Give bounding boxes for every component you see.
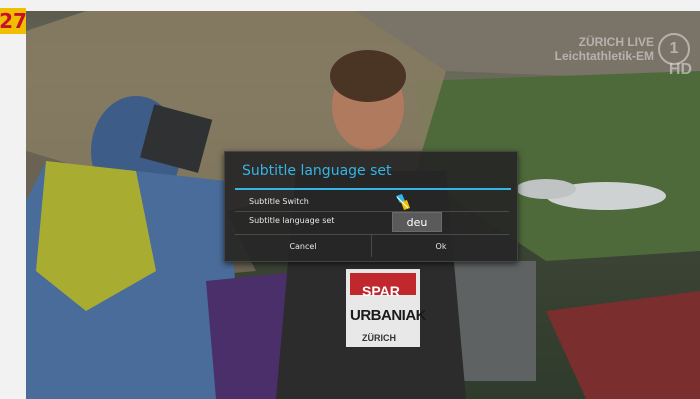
title-divider — [235, 188, 511, 190]
ok-button[interactable]: Ok — [371, 235, 510, 257]
subtitle-language-row[interactable]: Subtitle language set deu — [235, 211, 509, 232]
broadcaster-logo: ZÜRICH LIVE Leichtathletik-EM 1 HD — [555, 33, 692, 78]
figure-number-badge: 27 — [0, 8, 27, 34]
hd-label: HD — [668, 61, 692, 78]
subtitle-switch-toggle-icon[interactable] — [393, 193, 413, 211]
subtitle-switch-row[interactable]: Subtitle Switch — [235, 192, 509, 212]
dialog-title: Subtitle language set — [242, 163, 392, 179]
subtitle-language-dialog: Subtitle language set Subtitle Switch Su… — [224, 151, 518, 262]
language-select-button[interactable]: deu — [392, 212, 442, 232]
bib-city: ZÜRICH — [362, 333, 396, 343]
subtitle-switch-label: Subtitle Switch — [249, 197, 309, 206]
bib-name: URBANIAK — [350, 307, 427, 324]
cancel-button[interactable]: Cancel — [235, 235, 371, 257]
bib-sponsor: SPAR — [362, 283, 400, 299]
subtitle-language-label: Subtitle language set — [249, 216, 335, 225]
